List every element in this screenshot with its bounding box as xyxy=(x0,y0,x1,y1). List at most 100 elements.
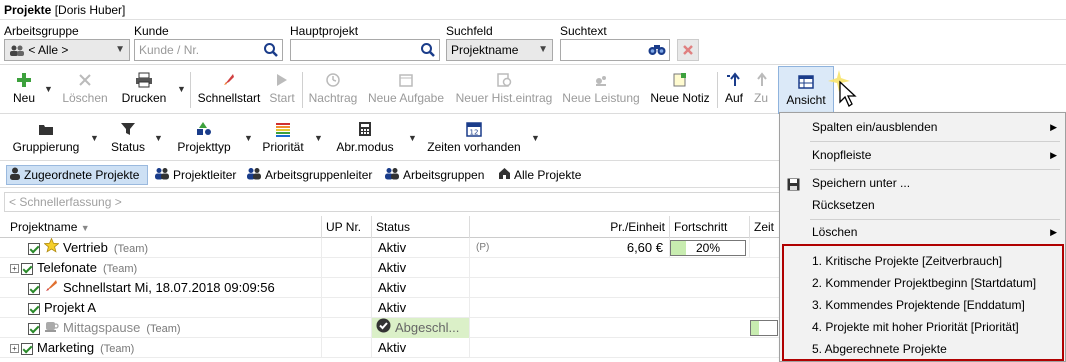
suchfeld-select[interactable]: Projektname ▼ xyxy=(446,39,553,61)
auf-button[interactable]: Auf xyxy=(722,70,746,110)
view-tabs: Zugeordnete Projekte Projektleiter Arbei… xyxy=(0,162,780,188)
row-up-cell xyxy=(322,238,372,258)
prioritaet-dropdown-icon[interactable]: ▼ xyxy=(314,133,323,143)
active-checkbox[interactable] xyxy=(28,282,40,295)
binoculars-icon[interactable] xyxy=(648,42,666,62)
start-label: Start xyxy=(269,91,295,105)
table-row[interactable]: Projekt A Aktiv xyxy=(0,298,780,318)
table-row[interactable]: + Marketing (Team) Aktiv xyxy=(0,338,780,358)
rocket-icon xyxy=(44,278,59,298)
menu-item-label: Löschen xyxy=(812,225,858,239)
table-row[interactable]: + Telefonate (Team) Aktiv xyxy=(0,258,780,278)
row-up-cell xyxy=(322,278,372,298)
menu-item-spalten[interactable]: Spalten ein/ausblenden ▶ xyxy=(780,116,1065,138)
neuer-hist-eintrag-button[interactable]: Neuer Hist.eintrag xyxy=(452,70,556,110)
prioritaet-button[interactable]: Priorität xyxy=(260,119,306,159)
arbeitsgruppe-select[interactable]: < Alle > ▼ xyxy=(4,39,130,61)
menu-separator xyxy=(810,169,1060,170)
row-name-cell: + Marketing (Team) xyxy=(0,338,322,358)
drucken-dropdown-icon[interactable]: ▼ xyxy=(177,84,186,94)
gruppierung-button[interactable]: Gruppierung xyxy=(10,119,82,159)
tab-alle-projekte[interactable]: Alle Projekte xyxy=(496,165,592,185)
sort-ascending-icon xyxy=(722,70,746,90)
kunde-placeholder: Kunde / Nr. xyxy=(139,43,200,57)
kunde-input[interactable]: Kunde / Nr. xyxy=(134,39,283,61)
menu-item-speichern[interactable]: Speichern unter ... xyxy=(780,172,1065,194)
printer-icon xyxy=(118,70,170,90)
column-header-fortschritt[interactable]: Fortschritt xyxy=(670,216,750,238)
ansicht-button-inner: Ansicht xyxy=(779,72,833,112)
start-button[interactable]: Start xyxy=(266,70,298,110)
column-header-preis[interactable]: Pr./Einheit xyxy=(470,216,670,238)
active-checkbox[interactable] xyxy=(28,242,40,255)
neue-aufgabe-button[interactable]: Neue Aufgabe xyxy=(366,70,446,110)
menu-item-ruecksetzen[interactable]: Rücksetzen xyxy=(780,194,1065,216)
abrmodus-button[interactable]: Abr.modus xyxy=(332,119,398,159)
active-checkbox[interactable] xyxy=(21,262,33,275)
tab-arbeitsgruppen[interactable]: Arbeitsgruppen xyxy=(382,165,492,185)
table-row[interactable]: Mittagspause (Team) Abgeschl... xyxy=(0,318,780,338)
project-name: Mittagspause xyxy=(63,320,141,335)
column-header-projektname[interactable]: Projektname ▼ xyxy=(0,216,322,238)
schnellerfassung-input[interactable]: < Schnellerfassung > xyxy=(4,192,780,212)
active-checkbox[interactable] xyxy=(21,342,33,355)
hauptprojekt-input[interactable] xyxy=(290,39,440,61)
check-circle-icon xyxy=(376,318,391,338)
expand-icon[interactable]: + xyxy=(10,344,19,354)
tab-label: Projektleiter xyxy=(173,168,237,182)
zeiten-vorhanden-button[interactable]: 12 Zeiten vorhanden xyxy=(424,119,524,159)
suchtext-input[interactable] xyxy=(560,39,670,61)
drucken-button[interactable]: Drucken xyxy=(118,70,170,110)
table-row[interactable]: Schnellstart Mi, 18.07.2018 09:09:56 Akt… xyxy=(0,278,780,298)
menu-item-knopfleiste[interactable]: Knopfleiste ▶ xyxy=(780,144,1065,166)
arbeitsgruppe-value: < Alle > xyxy=(28,43,69,57)
abrmodus-dropdown-icon[interactable]: ▼ xyxy=(408,133,417,143)
team-tag: (Team) xyxy=(100,343,135,355)
menu-separator xyxy=(810,141,1060,142)
neu-dropdown-icon[interactable]: ▼ xyxy=(44,84,53,94)
neue-leistung-button[interactable]: Neue Leistung xyxy=(560,70,642,110)
row-up-cell xyxy=(322,258,372,278)
column-header-up-nr[interactable]: UP Nr. xyxy=(322,216,372,238)
ansicht-button[interactable]: Ansicht xyxy=(778,66,834,114)
loeschen-button[interactable]: Löschen xyxy=(60,70,110,110)
search-icon[interactable] xyxy=(263,42,279,64)
row-status-cell: Aktiv xyxy=(372,298,470,318)
active-checkbox[interactable] xyxy=(28,302,40,315)
gruppierung-dropdown-icon[interactable]: ▼ xyxy=(90,133,99,143)
nachtrag-button[interactable]: Nachtrag xyxy=(306,70,360,110)
active-checkbox[interactable] xyxy=(28,322,40,335)
window-user: [Doris Huber] xyxy=(54,3,126,17)
schnellstart-button[interactable]: Schnellstart xyxy=(196,70,262,110)
zeiten-dropdown-icon[interactable]: ▼ xyxy=(531,133,540,143)
zeiten-vorhanden-label: Zeiten vorhanden xyxy=(427,140,521,154)
tab-zugeordnete-projekte[interactable]: Zugeordnete Projekte xyxy=(6,165,148,185)
search-icon[interactable] xyxy=(420,42,436,64)
menu-item-loeschen[interactable]: Löschen ▶ xyxy=(780,221,1065,243)
expand-icon[interactable]: + xyxy=(10,264,19,274)
column-header-status[interactable]: Status xyxy=(372,216,470,238)
project-name: Schnellstart Mi, 18.07.2018 09:09:56 xyxy=(63,280,275,295)
tab-projektleiter[interactable]: Projektleiter xyxy=(152,165,240,185)
column-header-zeit[interactable]: Zeit xyxy=(750,216,780,238)
zu-button[interactable]: Zu xyxy=(750,70,772,110)
filter-funnel-icon xyxy=(108,119,148,139)
clear-filter-button[interactable] xyxy=(677,39,699,61)
neue-notiz-button[interactable]: Neue Notiz xyxy=(648,70,712,110)
status-filter-button[interactable]: Status xyxy=(108,119,148,159)
menu-item-label: Rücksetzen xyxy=(812,198,875,212)
projekttyp-button[interactable]: Projekttyp xyxy=(172,119,236,159)
row-progress-cell: 20% xyxy=(670,238,750,258)
project-name: Vertrieb xyxy=(63,240,108,255)
main-toolbar: Neu ▼ Löschen Drucken ▼ Schnellstart Sta… xyxy=(0,66,1066,114)
team-tag: (Team) xyxy=(146,323,181,335)
projekttyp-dropdown-icon[interactable]: ▼ xyxy=(244,133,253,143)
status-dropdown-icon[interactable]: ▼ xyxy=(154,133,163,143)
filter-toolbar: Gruppierung ▼ Status ▼ Projekttyp ▼ Prio… xyxy=(0,115,780,161)
row-name-cell: + Telefonate (Team) xyxy=(0,258,322,278)
tab-arbeitsgruppenleiter[interactable]: Arbeitsgruppenleiter xyxy=(244,165,378,185)
table-row[interactable]: Vertrieb (Team) Aktiv (P) 6,60 € 20% xyxy=(0,238,780,258)
users-icon xyxy=(384,166,400,186)
neu-button[interactable]: Neu xyxy=(8,70,40,110)
ansicht-label: Ansicht xyxy=(786,93,826,107)
